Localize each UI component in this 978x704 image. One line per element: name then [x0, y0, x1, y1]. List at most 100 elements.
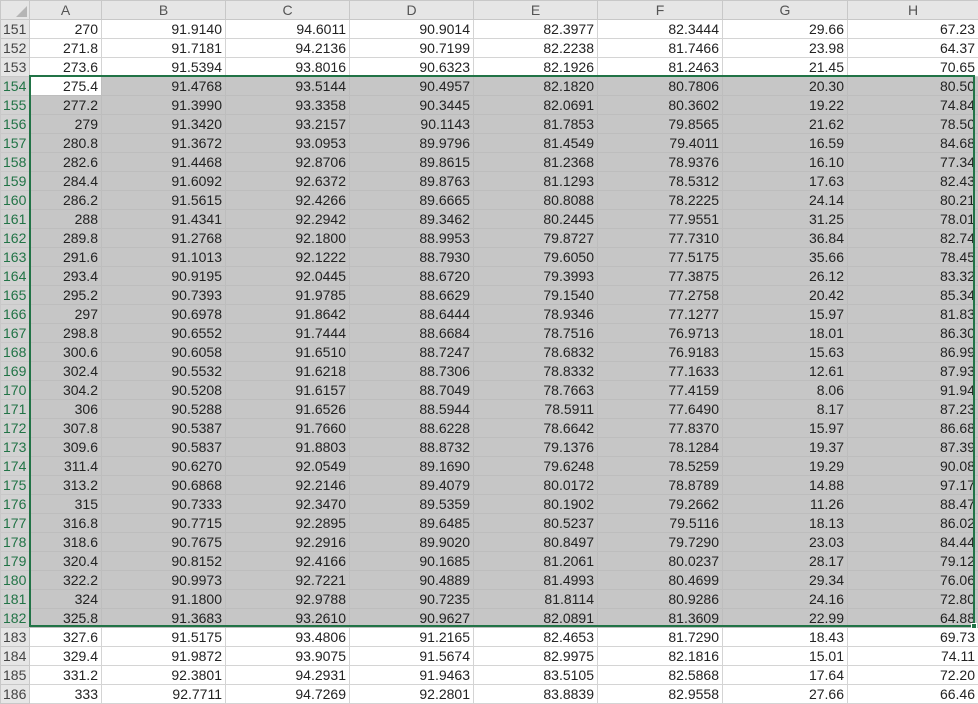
row-header[interactable]: 159 [0, 171, 30, 191]
cell-h181[interactable]: 72.80 [847, 589, 978, 609]
cell-c186[interactable]: 94.7269 [225, 684, 350, 704]
cell-e172[interactable]: 78.6642 [473, 418, 598, 438]
cell-g152[interactable]: 23.98 [722, 38, 848, 58]
cell-b172[interactable]: 90.5387 [101, 418, 226, 438]
cell-e159[interactable]: 81.1293 [473, 171, 598, 191]
cell-b185[interactable]: 92.3801 [101, 665, 226, 685]
column-header-a[interactable]: A [29, 0, 102, 20]
cell-b154[interactable]: 91.4768 [101, 76, 226, 96]
cell-g153[interactable]: 21.45 [722, 57, 848, 77]
cell-c171[interactable]: 91.6526 [225, 399, 350, 419]
cell-c166[interactable]: 91.8642 [225, 304, 350, 324]
cell-e184[interactable]: 82.9975 [473, 646, 598, 666]
spreadsheet-grid[interactable]: ABCDEFGH 151 270 91.9140 94.6011 90.9014 82.3… [0, 0, 978, 704]
cell-d166[interactable]: 88.6444 [349, 304, 474, 324]
cell-b158[interactable]: 91.4468 [101, 152, 226, 172]
cell-b151[interactable]: 91.9140 [101, 19, 226, 39]
cell-f171[interactable]: 77.6490 [597, 399, 723, 419]
row-header[interactable]: 173 [0, 437, 30, 457]
cell-g151[interactable]: 29.66 [722, 19, 848, 39]
row-header[interactable]: 156 [0, 114, 30, 134]
cell-e169[interactable]: 78.8332 [473, 361, 598, 381]
cell-b173[interactable]: 90.5837 [101, 437, 226, 457]
cell-d174[interactable]: 89.1690 [349, 456, 474, 476]
row-header[interactable]: 152 [0, 38, 30, 58]
cell-d156[interactable]: 90.1143 [349, 114, 474, 134]
cell-f180[interactable]: 80.4699 [597, 570, 723, 590]
cell-d162[interactable]: 88.9953 [349, 228, 474, 248]
cell-a162[interactable]: 289.8 [29, 228, 102, 248]
cell-f175[interactable]: 78.8789 [597, 475, 723, 495]
cell-f181[interactable]: 80.9286 [597, 589, 723, 609]
cell-g170[interactable]: 8.06 [722, 380, 848, 400]
cell-g179[interactable]: 28.17 [722, 551, 848, 571]
cell-a186[interactable]: 333 [29, 684, 102, 704]
cell-d161[interactable]: 89.3462 [349, 209, 474, 229]
cell-a157[interactable]: 280.8 [29, 133, 102, 153]
cell-g159[interactable]: 17.63 [722, 171, 848, 191]
row-header[interactable]: 166 [0, 304, 30, 324]
column-header-e[interactable]: E [473, 0, 598, 20]
cell-e160[interactable]: 80.8088 [473, 190, 598, 210]
cell-c156[interactable]: 93.2157 [225, 114, 350, 134]
cell-f163[interactable]: 77.5175 [597, 247, 723, 267]
cell-c165[interactable]: 91.9785 [225, 285, 350, 305]
column-header-c[interactable]: C [225, 0, 350, 20]
cell-e163[interactable]: 79.6050 [473, 247, 598, 267]
cell-c154[interactable]: 93.5144 [225, 76, 350, 96]
cell-c161[interactable]: 92.2942 [225, 209, 350, 229]
cell-b156[interactable]: 91.3420 [101, 114, 226, 134]
cell-a182[interactable]: 325.8 [29, 608, 102, 628]
cell-g167[interactable]: 18.01 [722, 323, 848, 343]
cell-g177[interactable]: 18.13 [722, 513, 848, 533]
cell-f170[interactable]: 77.4159 [597, 380, 723, 400]
cell-g185[interactable]: 17.64 [722, 665, 848, 685]
cell-d173[interactable]: 88.8732 [349, 437, 474, 457]
row-header[interactable]: 169 [0, 361, 30, 381]
cell-e153[interactable]: 82.1926 [473, 57, 598, 77]
cell-c172[interactable]: 91.7660 [225, 418, 350, 438]
cell-a171[interactable]: 306 [29, 399, 102, 419]
cell-f182[interactable]: 81.3609 [597, 608, 723, 628]
cell-d180[interactable]: 90.4889 [349, 570, 474, 590]
row-header[interactable]: 170 [0, 380, 30, 400]
cell-a174[interactable]: 311.4 [29, 456, 102, 476]
cell-f162[interactable]: 77.7310 [597, 228, 723, 248]
cell-g156[interactable]: 21.62 [722, 114, 848, 134]
cell-e176[interactable]: 80.1902 [473, 494, 598, 514]
cell-a165[interactable]: 295.2 [29, 285, 102, 305]
row-header[interactable]: 155 [0, 95, 30, 115]
row-header[interactable]: 177 [0, 513, 30, 533]
row-header[interactable]: 176 [0, 494, 30, 514]
cell-g175[interactable]: 14.88 [722, 475, 848, 495]
cell-a154[interactable]: 275.4 [29, 76, 102, 96]
cell-h160[interactable]: 80.21 [847, 190, 978, 210]
cell-h153[interactable]: 70.65 [847, 57, 978, 77]
cell-f178[interactable]: 79.7290 [597, 532, 723, 552]
cell-c180[interactable]: 92.7221 [225, 570, 350, 590]
cell-f179[interactable]: 80.0237 [597, 551, 723, 571]
cell-d177[interactable]: 89.6485 [349, 513, 474, 533]
cell-b167[interactable]: 90.6552 [101, 323, 226, 343]
cell-f183[interactable]: 81.7290 [597, 627, 723, 647]
cell-b153[interactable]: 91.5394 [101, 57, 226, 77]
cell-f165[interactable]: 77.2758 [597, 285, 723, 305]
cell-h151[interactable]: 67.23 [847, 19, 978, 39]
cell-e162[interactable]: 79.8727 [473, 228, 598, 248]
row-header[interactable]: 182 [0, 608, 30, 628]
cell-d160[interactable]: 89.6665 [349, 190, 474, 210]
cell-h158[interactable]: 77.34 [847, 152, 978, 172]
cell-h155[interactable]: 74.84 [847, 95, 978, 115]
cell-b183[interactable]: 91.5175 [101, 627, 226, 647]
cell-g181[interactable]: 24.16 [722, 589, 848, 609]
cell-a167[interactable]: 298.8 [29, 323, 102, 343]
row-header[interactable]: 186 [0, 684, 30, 704]
cell-d155[interactable]: 90.3445 [349, 95, 474, 115]
cell-g180[interactable]: 29.34 [722, 570, 848, 590]
cell-g169[interactable]: 12.61 [722, 361, 848, 381]
cell-h173[interactable]: 87.39 [847, 437, 978, 457]
cell-g183[interactable]: 18.43 [722, 627, 848, 647]
cell-h164[interactable]: 83.32 [847, 266, 978, 286]
cell-c177[interactable]: 92.2895 [225, 513, 350, 533]
cell-b166[interactable]: 90.6978 [101, 304, 226, 324]
